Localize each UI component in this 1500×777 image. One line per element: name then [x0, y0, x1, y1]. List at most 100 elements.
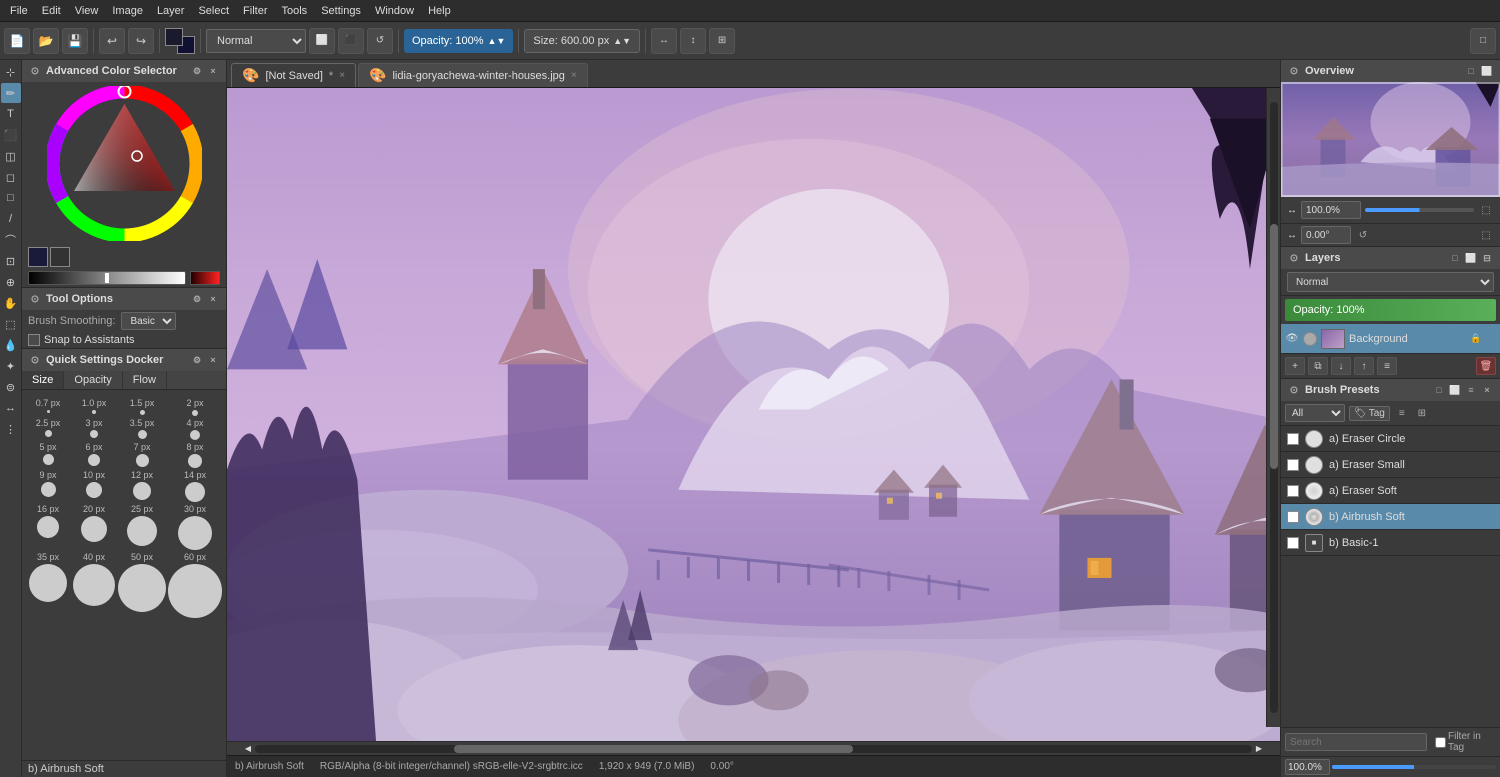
- size-arrows[interactable]: ▲▼: [613, 36, 631, 46]
- fit-canvas-btn[interactable]: ⬚: [1478, 202, 1494, 218]
- rotation-input[interactable]: [1301, 226, 1351, 244]
- brush-dot[interactable]: [178, 516, 212, 550]
- layers-maximize-btn[interactable]: ⬜: [1464, 251, 1478, 265]
- flip-h-btn[interactable]: ↔: [651, 28, 677, 54]
- tool-shapes[interactable]: □: [1, 188, 21, 208]
- brush-dot[interactable]: [190, 430, 200, 440]
- brush-dot[interactable]: [90, 430, 98, 438]
- tile-btn[interactable]: ⊞: [709, 28, 735, 54]
- tool-crop[interactable]: ⊡: [1, 251, 21, 271]
- tool-text[interactable]: T: [1, 104, 21, 124]
- quick-settings-content[interactable]: 0.7 px 1.0 px 1.5 px 2 px: [22, 390, 226, 760]
- snap-checkbox[interactable]: [28, 334, 40, 346]
- layer-properties-btn[interactable]: ≡: [1377, 357, 1397, 375]
- brush-dot[interactable]: [73, 564, 115, 606]
- brush-dot[interactable]: [29, 564, 67, 602]
- brush-dot[interactable]: [188, 454, 202, 468]
- canvas-image[interactable]: [227, 88, 1280, 741]
- layer-item-background[interactable]: 👁 Background 🔒 ⋯: [1281, 324, 1500, 354]
- menu-filter[interactable]: Filter: [237, 3, 273, 19]
- tool-gradient[interactable]: ◫: [1, 146, 21, 166]
- fg-bg-colors[interactable]: [165, 28, 195, 54]
- canvas-tab-reference[interactable]: 🎨 lidia-goryachewa-winter-houses.jpg ×: [358, 63, 588, 87]
- open-file-btn[interactable]: 📂: [33, 28, 59, 54]
- bp-list[interactable]: ○ a) Eraser Circle ● a) Eraser Small ◎ a…: [1281, 426, 1500, 727]
- brush-size-40[interactable]: 40 px: [72, 552, 116, 618]
- brush-size-9[interactable]: 9 px: [26, 470, 70, 502]
- brush-dot[interactable]: [140, 410, 145, 415]
- menu-settings[interactable]: Settings: [315, 3, 367, 19]
- brush-size-10[interactable]: 10 px: [72, 470, 116, 502]
- bp-item-eraser-soft[interactable]: ◎ a) Eraser Soft: [1281, 478, 1500, 504]
- bp-header[interactable]: ⊙ Brush Presets □ ⬜ ≡ ×: [1281, 379, 1500, 401]
- layer-more-btn[interactable]: ⋯: [1484, 333, 1496, 345]
- brush-size-30[interactable]: 30 px: [168, 504, 222, 550]
- tool-options-close-btn[interactable]: ×: [206, 292, 220, 306]
- tool-options-config-btn[interactable]: ⚙: [190, 292, 204, 306]
- bp-checkbox-1[interactable]: [1287, 433, 1299, 445]
- tool-brush[interactable]: ✏: [1, 83, 21, 103]
- bp-list-view-btn[interactable]: ≡: [1394, 405, 1410, 421]
- tool-curve[interactable]: ⌒: [1, 230, 21, 250]
- menu-window[interactable]: Window: [369, 3, 420, 19]
- brush-dot[interactable]: [192, 410, 198, 416]
- brush-size-8[interactable]: 8 px: [168, 442, 222, 468]
- bp-zoom-slider[interactable]: [1332, 765, 1496, 769]
- brush-size-35[interactable]: 35 px: [26, 552, 70, 618]
- brush-dot[interactable]: [92, 410, 96, 414]
- menu-layer[interactable]: Layer: [151, 3, 191, 19]
- bp-maximize-btn[interactable]: ⬜: [1448, 383, 1462, 397]
- qs-tab-opacity[interactable]: Opacity: [64, 371, 122, 389]
- brush-dot[interactable]: [86, 482, 102, 498]
- bp-grid-view-btn[interactable]: ⊞: [1414, 405, 1430, 421]
- fg-color-swatch[interactable]: [165, 28, 183, 46]
- brush-dot[interactable]: [136, 454, 149, 467]
- menu-select[interactable]: Select: [192, 3, 235, 19]
- brush-size-12[interactable]: 12 px: [118, 470, 166, 502]
- redo-btn[interactable]: ↪: [128, 28, 154, 54]
- wrap-btn[interactable]: ↺: [367, 28, 393, 54]
- layers-expand-btn[interactable]: □: [1448, 251, 1462, 265]
- reset-rotation-btn[interactable]: ↺: [1355, 227, 1371, 243]
- move-layer-down-btn[interactable]: ↓: [1331, 357, 1351, 375]
- brush-size-6[interactable]: 6 px: [72, 442, 116, 468]
- brush-dot[interactable]: [133, 482, 151, 500]
- tool-transform[interactable]: ⊹: [1, 62, 21, 82]
- erase-btn[interactable]: ⬜: [309, 28, 335, 54]
- new-file-btn[interactable]: 📄: [4, 28, 30, 54]
- bg-swatch[interactable]: [50, 247, 70, 267]
- brush-dot[interactable]: [138, 430, 147, 439]
- brush-dot[interactable]: [45, 430, 52, 437]
- bp-filter-select[interactable]: All: [1285, 404, 1345, 422]
- blend-mode-select[interactable]: Normal: [206, 29, 306, 53]
- preserve-alpha-btn[interactable]: ⬛: [338, 28, 364, 54]
- brush-size-0.7[interactable]: 0.7 px: [26, 398, 70, 416]
- layers-blend-select[interactable]: Normal: [1287, 272, 1494, 292]
- fg-swatch[interactable]: [28, 247, 48, 267]
- undo-btn[interactable]: ↩: [99, 28, 125, 54]
- flip-v-btn[interactable]: ↕: [680, 28, 706, 54]
- scroll-left-btn[interactable]: ◀: [241, 742, 255, 756]
- brush-size-5[interactable]: 5 px: [26, 442, 70, 468]
- canvas-scroll-h[interactable]: ◀ ▶: [227, 741, 1280, 755]
- brush-size-20[interactable]: 20 px: [72, 504, 116, 550]
- tool-options-header[interactable]: ⊙ Tool Options ⚙ ×: [22, 288, 226, 310]
- tool-measurements[interactable]: ↔: [1, 398, 21, 418]
- brush-dot[interactable]: [37, 516, 59, 538]
- maximize-btn[interactable]: □: [1470, 28, 1496, 54]
- brush-size-2.5[interactable]: 2.5 px: [26, 418, 70, 440]
- quick-settings-close-btn[interactable]: ×: [206, 353, 220, 367]
- bp-checkbox-2[interactable]: [1287, 459, 1299, 471]
- color-selector-config-btn[interactable]: ⚙: [190, 64, 204, 78]
- opacity-arrows[interactable]: ▲▼: [488, 36, 506, 46]
- tool-color-picker[interactable]: 💧: [1, 335, 21, 355]
- brush-dot[interactable]: [47, 410, 50, 413]
- layer-lock-btn[interactable]: 🔒: [1470, 333, 1482, 345]
- brush-size-16[interactable]: 16 px: [26, 504, 70, 550]
- menu-help[interactable]: Help: [422, 3, 457, 19]
- bp-zoom-input[interactable]: [1285, 759, 1330, 775]
- color-selector-close-btn[interactable]: ×: [206, 64, 220, 78]
- bp-item-basic-1[interactable]: ■ b) Basic-1: [1281, 530, 1500, 556]
- filter-in-tag-checkbox[interactable]: [1435, 737, 1446, 748]
- scroll-v-thumb[interactable]: [1270, 224, 1278, 468]
